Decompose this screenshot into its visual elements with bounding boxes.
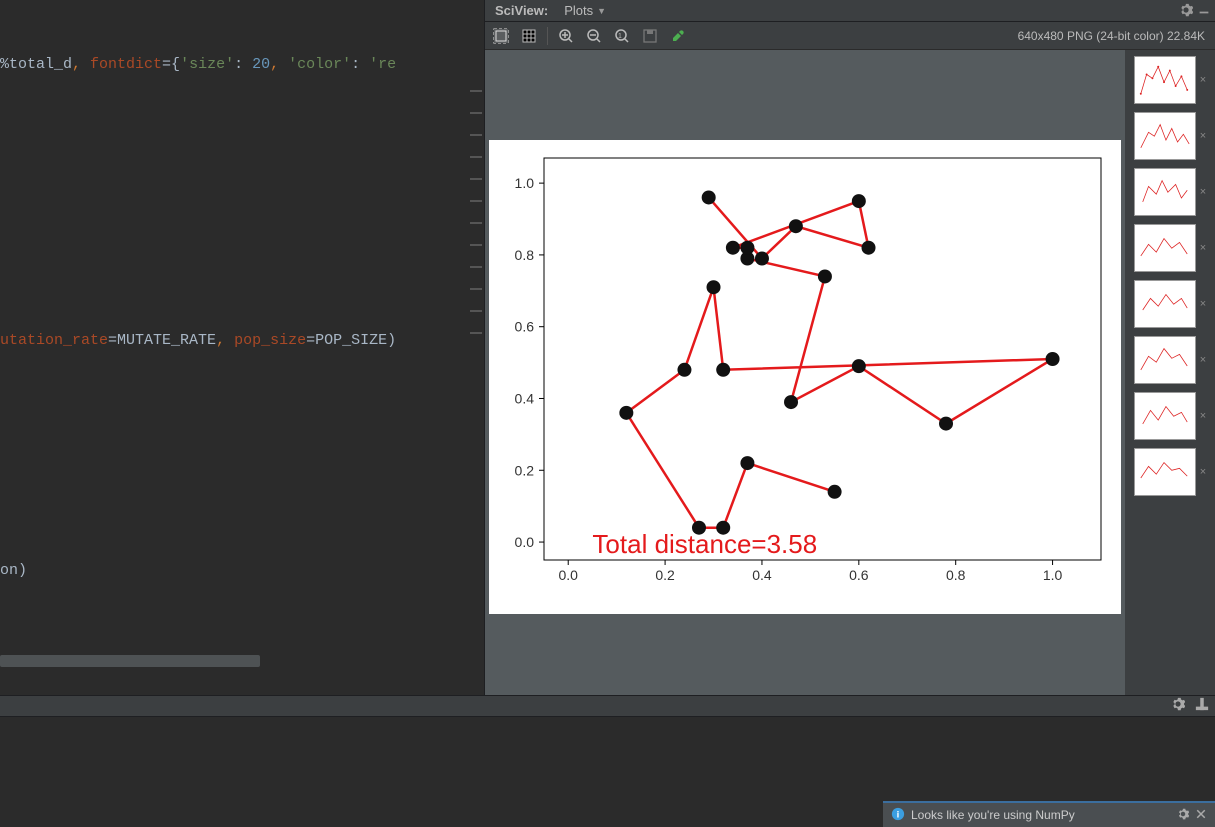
code-token: 're	[369, 56, 396, 73]
plot-thumbnail[interactable]	[1134, 336, 1196, 384]
svg-text:i: i	[897, 809, 900, 820]
tab-plots-label: Plots	[564, 3, 593, 18]
editor-minimap[interactable]	[470, 90, 482, 354]
zoom-out-icon[interactable]	[584, 26, 604, 46]
zoom-in-icon[interactable]	[556, 26, 576, 46]
svg-text:0.8: 0.8	[946, 567, 966, 583]
svg-text:0.8: 0.8	[515, 247, 535, 263]
close-thumbnail-icon[interactable]: ×	[1200, 410, 1206, 422]
gear-icon[interactable]	[1171, 697, 1185, 714]
eyedropper-icon[interactable]	[668, 26, 688, 46]
code-token: 20	[252, 56, 270, 73]
plot-svg: 0.0 0.2 0.4 0.6 0.8 1.0 0.0 0.2 0.4 0.6 0.8 1.0 Tota…	[489, 140, 1121, 614]
grid-icon[interactable]	[519, 26, 539, 46]
toolbar-separator	[547, 27, 548, 45]
plot-thumbnail[interactable]	[1134, 280, 1196, 328]
code-token: 'size'	[180, 56, 234, 73]
bounding-box-icon[interactable]	[491, 26, 511, 46]
close-thumbnail-icon[interactable]: ×	[1200, 354, 1206, 366]
close-thumbnail-icon[interactable]: ×	[1200, 466, 1206, 478]
svg-text:0.2: 0.2	[515, 462, 535, 478]
close-thumbnail-icon[interactable]: ×	[1200, 74, 1206, 86]
thumbnail-row: ×	[1134, 336, 1206, 384]
code-token: ,	[72, 56, 90, 73]
close-thumbnail-icon[interactable]: ×	[1200, 186, 1206, 198]
editor-horizontal-scrollbar[interactable]	[0, 655, 260, 667]
save-icon[interactable]	[640, 26, 660, 46]
svg-text:0.4: 0.4	[752, 567, 772, 583]
plot-canvas: 0.0 0.2 0.4 0.6 0.8 1.0 0.0 0.2 0.4 0.6 0.8 1.0 Tota…	[489, 140, 1121, 614]
code-token: ,	[216, 332, 234, 349]
code-token: fontdict	[90, 56, 162, 73]
sciview-tabbar: SciView: Plots ▼	[485, 0, 1215, 22]
code-token: utation_rate	[0, 332, 108, 349]
code-token: pop_size	[234, 332, 306, 349]
code-token: 'color'	[288, 56, 351, 73]
plot-thumbnail[interactable]	[1134, 168, 1196, 216]
close-thumbnail-icon[interactable]: ×	[1200, 242, 1206, 254]
close-thumbnail-icon[interactable]: ×	[1200, 298, 1206, 310]
thumbnail-row: ×	[1134, 168, 1206, 216]
svg-text:0.2: 0.2	[655, 567, 675, 583]
minimize-icon[interactable]	[1197, 2, 1211, 19]
plot-toolbar: 1 640x480 PNG (24-bit color) 22.84K	[485, 22, 1215, 50]
notification-text: Looks like you're using NumPy	[911, 808, 1075, 822]
notification-popup[interactable]: i Looks like you're using NumPy	[883, 801, 1215, 827]
svg-text:0.0: 0.0	[558, 567, 578, 583]
close-thumbnail-icon[interactable]: ×	[1200, 130, 1206, 142]
gear-icon[interactable]	[1177, 808, 1189, 823]
thumbnail-row: ×	[1134, 224, 1206, 272]
svg-text:0.4: 0.4	[515, 390, 535, 406]
code-token: %total_d	[0, 56, 72, 73]
thumbnail-row: ×	[1134, 280, 1206, 328]
info-icon: i	[891, 807, 905, 824]
gear-icon[interactable]	[1179, 3, 1193, 20]
svg-text:0.6: 0.6	[849, 567, 869, 583]
code-token: =POP_SIZE)	[306, 332, 396, 349]
plot-thumbnail[interactable]	[1134, 448, 1196, 496]
plot-thumbnail[interactable]	[1134, 224, 1196, 272]
code-token: on)	[0, 562, 27, 579]
plot-thumbnail[interactable]	[1134, 392, 1196, 440]
plot-thumbnail[interactable]	[1134, 112, 1196, 160]
tab-plots[interactable]: Plots ▼	[558, 3, 612, 18]
code-token: =MUTATE_RATE	[108, 332, 216, 349]
status-bar	[0, 695, 1215, 717]
code-token: :	[351, 56, 369, 73]
svg-text:1.0: 1.0	[1043, 567, 1063, 583]
sciview-label: SciView:	[489, 3, 554, 18]
svg-text:1.0: 1.0	[515, 175, 535, 191]
close-icon[interactable]	[1195, 808, 1207, 823]
svg-text:0.6: 0.6	[515, 319, 535, 335]
svg-text:0.0: 0.0	[515, 534, 535, 550]
status-bar-icons	[1171, 697, 1209, 714]
thumbnail-row: ×	[1134, 448, 1206, 496]
svg-text:Total distance=3.58: Total distance=3.58	[592, 529, 817, 559]
chevron-down-icon: ▼	[597, 6, 606, 16]
plot-thumbnail[interactable]	[1134, 56, 1196, 104]
code-token: ,	[270, 56, 288, 73]
indexing-icon[interactable]	[1195, 697, 1209, 714]
code-token: ={	[162, 56, 180, 73]
plot-info-label: 640x480 PNG (24-bit color) 22.84K	[1018, 29, 1205, 43]
svg-text:1: 1	[618, 33, 622, 40]
thumbnail-row: ×	[1134, 112, 1206, 160]
thumbnail-row: ×	[1134, 392, 1206, 440]
app-root: %total_d, fontdict={'size': 20, 'color':…	[0, 0, 1215, 827]
zoom-reset-icon[interactable]: 1	[612, 26, 632, 46]
code-token: :	[234, 56, 252, 73]
thumbnail-row: ×	[1134, 56, 1206, 104]
